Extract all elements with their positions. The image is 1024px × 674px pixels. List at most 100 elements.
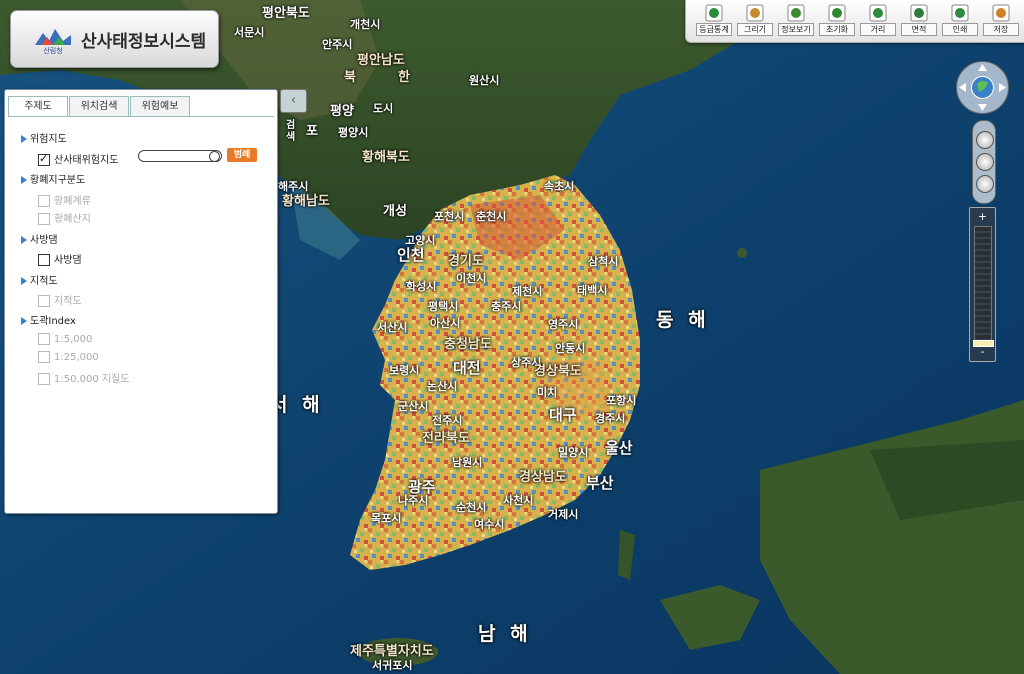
tab-divider — [8, 116, 274, 117]
layer-erosion-dam[interactable]: 사방댐 — [38, 251, 82, 266]
map-label-gaeseong: 개성 — [383, 204, 407, 219]
zoom-out-icon[interactable] — [976, 175, 994, 193]
app-logo[interactable]: 산림청 산사태정보시스템 — [10, 10, 219, 68]
map-label-taebaek: 태백시 — [577, 284, 608, 297]
section-degraded-area[interactable]: 황폐지구분도 — [21, 171, 85, 186]
ruler-icon — [869, 4, 887, 22]
layer-index-50000-geology: 1:50,000 지질도 — [38, 370, 130, 385]
map-label-han: 한 — [398, 70, 410, 85]
checkbox — [38, 295, 50, 307]
tab-risk-forecast[interactable]: 위험예보 — [130, 96, 190, 116]
section-erosion-dam[interactable]: 사방댐 — [21, 231, 58, 246]
section-risk-map[interactable]: 위험지도 — [21, 130, 67, 145]
toolbar-button-0[interactable]: 등급통계 — [696, 3, 732, 39]
map-label-gunsan: 군산시 — [398, 400, 429, 413]
tree-icon — [828, 4, 846, 22]
map-label-yeosu: 여수시 — [474, 518, 505, 531]
toolbar-button-4[interactable]: 거리 — [860, 3, 896, 39]
expand-triangle-icon — [21, 176, 27, 184]
map-label-buk: 북 — [344, 70, 356, 85]
layer-degraded-mountain: 황폐산지 — [38, 210, 91, 225]
toolbar-button-7[interactable]: 저장 — [983, 3, 1019, 39]
checkbox — [38, 195, 50, 207]
map-label-hwaseong: 화성시 — [406, 280, 437, 293]
map-label-pyeongyang: 평양 — [330, 104, 354, 119]
map-label-suncheon: 순천시 — [456, 501, 487, 514]
opacity-slider[interactable] — [138, 150, 222, 162]
map-label-pyeongyangsi: 평양시 — [338, 126, 369, 139]
map-label-south-sea: 남 해 — [478, 623, 532, 645]
map-label-pyeongbuk: 평안북도 — [262, 6, 310, 21]
checkbox[interactable] — [38, 254, 50, 266]
map-label-seosan: 서산시 — [377, 321, 408, 334]
map-label-do: 도시 — [373, 102, 394, 115]
zoom-minus-button[interactable]: - — [970, 345, 995, 359]
map-label-chungju: 충주시 — [491, 300, 522, 313]
tab-location-search[interactable]: 위치검색 — [69, 96, 129, 116]
map-label-daegu: 대구 — [549, 406, 577, 424]
toolbar-label: 거리 — [860, 23, 896, 36]
map-label-geoje: 거제시 — [548, 508, 579, 521]
layer-degraded-stream: 황폐계류 — [38, 192, 91, 207]
map-label-daejeon: 대전 — [453, 359, 481, 377]
layer-panel: 주제도 위치검색 위험예보 위험지도 산사태위험지도 범례 황폐지구분도 황폐계… — [4, 89, 278, 514]
printer-icon — [951, 4, 969, 22]
toolbar-label: 정보보기 — [778, 23, 814, 36]
slider-knob[interactable] — [209, 151, 220, 162]
top-toolbar: 등급통계 그리기 정보보기 초기화 거리 면적 인쇄 저장 — [685, 0, 1024, 43]
toolbar-label: 인쇄 — [942, 23, 978, 36]
chevron-left-icon: ‹ — [290, 93, 297, 108]
download-icon — [992, 4, 1010, 22]
toolbar-button-5[interactable]: 면적 — [901, 3, 937, 39]
zoom-plus-button[interactable]: + — [970, 210, 995, 224]
zoom-track[interactable] — [974, 226, 992, 345]
hand-icon[interactable] — [976, 131, 994, 149]
layer-landslide-risk[interactable]: 산사태위험지도 — [38, 151, 118, 166]
checkbox[interactable] — [38, 152, 50, 166]
map-label-andong: 안동시 — [555, 342, 586, 355]
map-label-yeongju: 영주시 — [548, 318, 579, 331]
svg-text:산림청: 산림청 — [43, 46, 62, 55]
collapse-panel-button[interactable]: ‹ — [280, 89, 307, 113]
tab-theme-map[interactable]: 주제도 — [8, 96, 68, 117]
expand-triangle-icon — [21, 135, 27, 143]
section-cadastral[interactable]: 지적도 — [21, 272, 58, 287]
map-label-wonsan: 원산시 — [469, 74, 500, 87]
toolbar-label: 면적 — [901, 23, 937, 36]
checkbox — [38, 351, 50, 363]
map-label-samcheok: 삼척시 — [588, 255, 619, 268]
map-label-hwanghaebuk: 황해북도 — [362, 150, 410, 165]
map-label-gyeongnam: 경상남도 — [519, 470, 567, 485]
toolbar-button-1[interactable]: 그리기 — [737, 3, 773, 39]
map-label-pocheon: 포천시 — [434, 210, 465, 223]
map-label-gyeongju: 경주시 — [595, 412, 626, 425]
toolbar-label: 그리기 — [737, 23, 773, 36]
toolbar-button-2[interactable]: 정보보기 — [778, 3, 814, 39]
legend-button[interactable]: 범례 — [227, 148, 257, 162]
map-label-sacheon: 사천시 — [503, 494, 534, 507]
toolbar-button-3[interactable]: 초기화 — [819, 3, 855, 39]
map-label-west-sea: 서 해 — [270, 394, 324, 416]
area-icon — [910, 4, 928, 22]
map-label-asan: 아산시 — [430, 317, 461, 330]
app-title: 산사태정보시스템 — [81, 32, 207, 52]
expand-triangle-icon — [21, 236, 27, 244]
toolbar-button-6[interactable]: 인쇄 — [942, 3, 978, 39]
map-label-seomun: 서문시 — [234, 26, 265, 39]
section-map-index[interactable]: 도곽Index — [21, 312, 76, 327]
map-label-miryang: 밀양시 — [558, 446, 589, 459]
info-icon — [787, 4, 805, 22]
pan-navigation-wheel[interactable] — [955, 60, 1010, 115]
toolbar-label: 초기화 — [819, 23, 855, 36]
map-label-busan: 부산 — [586, 474, 614, 492]
map-label-ulsan: 울산 — [605, 439, 633, 457]
paint-icon — [746, 4, 764, 22]
zoom-in-icon[interactable] — [976, 153, 994, 171]
map-label-sokcho: 속초시 — [544, 180, 575, 193]
toolbar-label: 저장 — [983, 23, 1019, 36]
map-label-chungnam: 충청남도 — [444, 337, 492, 352]
layer-cadastral: 지적도 — [38, 292, 82, 307]
expand-triangle-icon — [21, 317, 27, 325]
layer-index-5000: 1:5,000 — [38, 333, 92, 345]
zoom-slider[interactable]: + - — [969, 207, 996, 362]
